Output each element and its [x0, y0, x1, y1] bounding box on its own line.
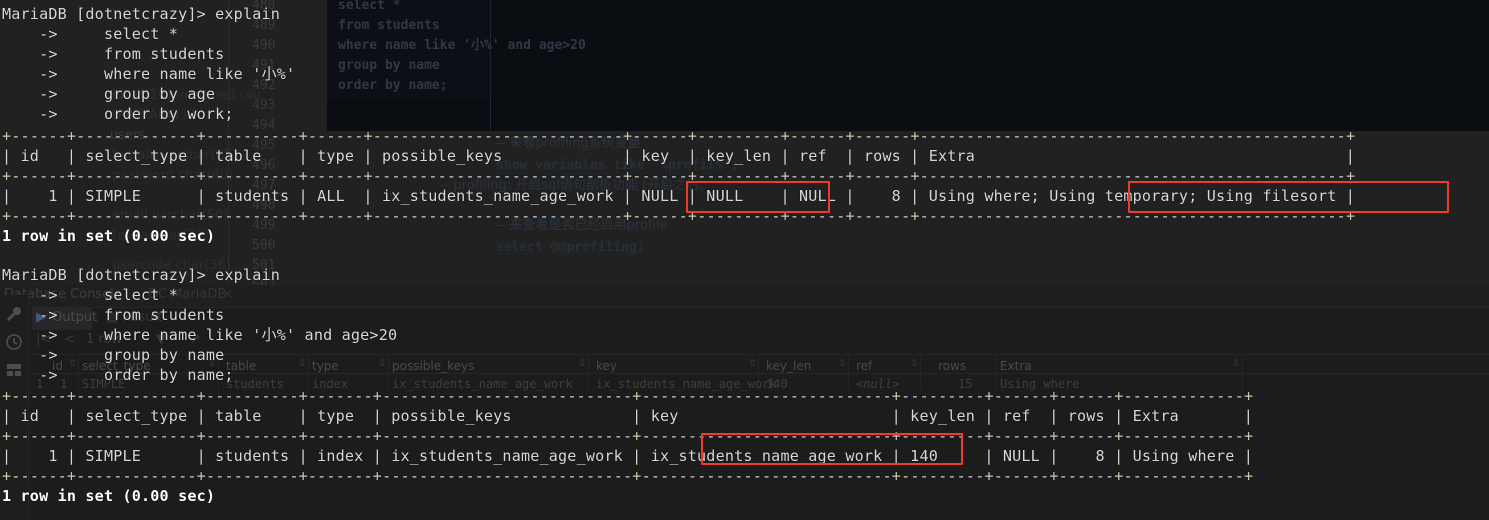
terminal-line-where-2: -> where name like '小%' and age>20 [2, 326, 398, 344]
terminal-line-order-by: -> order by work; [2, 105, 234, 123]
table1-rule-mid: +------+-------------+----------+------+… [2, 167, 1356, 185]
table2-rule-top: +------+-------------+----------+-------… [2, 387, 1254, 405]
table2-rule-bottom: +------+-------------+----------+-------… [2, 467, 1254, 485]
terminal-line-where: -> where name like '小%' [2, 65, 296, 83]
table2-rule-mid: +------+-------------+----------+-------… [2, 427, 1254, 445]
table1-status-line: 1 row in set (0.00 sec) [2, 227, 216, 245]
table2-header-row: | id | select_type | table | type | poss… [2, 407, 1254, 425]
table1-header-row: | id | select_type | table | type | poss… [2, 147, 1356, 165]
terminal-line-group-by: -> group by age [2, 85, 216, 103]
terminal-line-select: -> select * [2, 25, 179, 43]
mariadb-terminal-output[interactable]: MariaDB [dotnetcrazy]> explain -> select… [0, 0, 1489, 520]
terminal-line-group-by-2: -> group by name [2, 346, 225, 364]
terminal-line-order-by-2: -> order by name; [2, 366, 234, 384]
table1-rule-bottom: +------+-------------+----------+------+… [2, 207, 1356, 225]
terminal-line-prompt-1: MariaDB [dotnetcrazy]> explain [2, 5, 281, 23]
terminal-line-select-2: -> select * [2, 286, 179, 304]
table2-status-line: 1 row in set (0.00 sec) [2, 487, 216, 505]
terminal-line-from: -> from students [2, 45, 225, 63]
table2-data-row: | 1 | SIMPLE | students | index | ix_stu… [2, 447, 1254, 465]
terminal-line-from-2: -> from students [2, 306, 225, 324]
terminal-line-prompt-2: MariaDB [dotnetcrazy]> explain [2, 266, 281, 284]
table1-data-row: | 1 | SIMPLE | students | ALL | ix_stude… [2, 187, 1356, 205]
table1-rule-top: +------+-------------+----------+------+… [2, 127, 1356, 145]
